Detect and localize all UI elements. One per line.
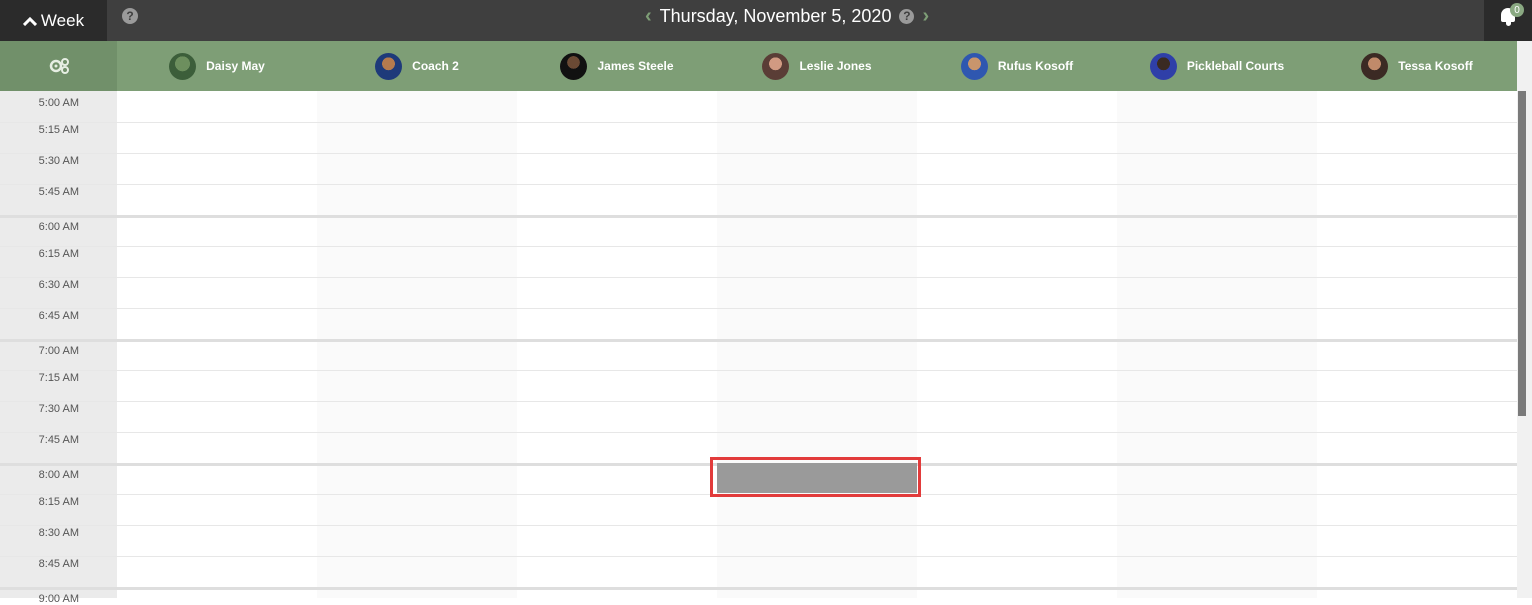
time-label: 7:00 AM xyxy=(38,345,79,357)
avatar xyxy=(762,52,790,80)
view-label: Week xyxy=(40,10,85,30)
view-toggle-button[interactable]: Week xyxy=(0,0,107,41)
top-bar: Week ? ‹ Thursday, November 5, 2020 ? › … xyxy=(0,0,1532,41)
resource-header: Daisy May Coach 2 James Steele Leslie Jo… xyxy=(0,41,1517,91)
help-icon[interactable]: ? xyxy=(122,8,138,24)
time-label: 6:30 AM xyxy=(38,279,79,291)
time-label: 8:30 AM xyxy=(38,527,79,539)
resource-column-shade xyxy=(1117,91,1317,598)
avatar xyxy=(560,52,588,80)
hour-line xyxy=(0,339,1517,342)
time-label: 9:00 AM xyxy=(38,593,79,605)
scrollbar-thumb[interactable] xyxy=(1518,91,1526,416)
next-day-arrow-icon[interactable]: › xyxy=(922,6,929,26)
hour-line xyxy=(0,587,1517,590)
grid-line xyxy=(0,432,1517,433)
resource-coach-2[interactable]: Coach 2 xyxy=(317,41,517,91)
grid-line xyxy=(0,308,1517,309)
time-label: 7:30 AM xyxy=(38,403,79,415)
grid-line xyxy=(0,184,1517,185)
schedule-grid[interactable]: 5:00 AM 5:15 AM 5:30 AM 5:45 AM 6:00 AM … xyxy=(0,91,1517,605)
time-label: 5:30 AM xyxy=(38,155,79,167)
grid-line xyxy=(0,525,1517,526)
time-label: 5:45 AM xyxy=(38,186,79,198)
chevron-up-icon xyxy=(22,11,37,31)
settings-gears-icon[interactable] xyxy=(0,41,117,91)
time-label: 6:15 AM xyxy=(38,248,79,260)
avatar xyxy=(169,52,197,80)
time-label: 5:00 AM xyxy=(38,97,79,109)
resource-rufus-kosoff[interactable]: Rufus Kosoff xyxy=(917,41,1117,91)
time-label: 6:00 AM xyxy=(38,221,79,233)
resource-tessa-kosoff[interactable]: Tessa Kosoff xyxy=(1317,41,1517,91)
grid-line xyxy=(0,277,1517,278)
time-label: 8:00 AM xyxy=(38,469,79,481)
grid-line xyxy=(0,401,1517,402)
resource-james-steele[interactable]: James Steele xyxy=(517,41,717,91)
notification-badge: 0 xyxy=(1510,3,1524,17)
selected-time-slot[interactable] xyxy=(717,463,917,493)
time-label: 8:15 AM xyxy=(38,496,79,508)
time-label: 7:45 AM xyxy=(38,434,79,446)
resource-column-shade xyxy=(717,91,917,598)
time-label: 7:15 AM xyxy=(38,372,79,384)
prev-day-arrow-icon[interactable]: ‹ xyxy=(645,6,652,26)
avatar xyxy=(375,52,403,80)
time-label: 8:45 AM xyxy=(38,558,79,570)
grid-line xyxy=(0,556,1517,557)
resource-pickleball-courts[interactable]: Pickleball Courts xyxy=(1117,41,1317,91)
time-label: 5:15 AM xyxy=(38,124,79,136)
grid-line xyxy=(0,122,1517,123)
date-help-icon[interactable]: ? xyxy=(899,8,915,24)
hour-line xyxy=(0,215,1517,218)
grid-line xyxy=(0,370,1517,371)
resource-leslie-jones[interactable]: Leslie Jones xyxy=(717,41,917,91)
time-label: 6:45 AM xyxy=(38,310,79,322)
notifications-button[interactable]: 0 xyxy=(1484,0,1532,41)
avatar xyxy=(960,52,988,80)
date-navigator: ‹ Thursday, November 5, 2020 ? › xyxy=(645,0,929,32)
avatar xyxy=(1149,52,1177,80)
avatar xyxy=(1361,52,1389,80)
resource-column-shade xyxy=(317,91,517,598)
grid-line xyxy=(0,153,1517,154)
resource-daisy-may[interactable]: Daisy May xyxy=(117,41,317,91)
current-date: Thursday, November 5, 2020 xyxy=(659,5,892,26)
grid-line xyxy=(0,246,1517,247)
